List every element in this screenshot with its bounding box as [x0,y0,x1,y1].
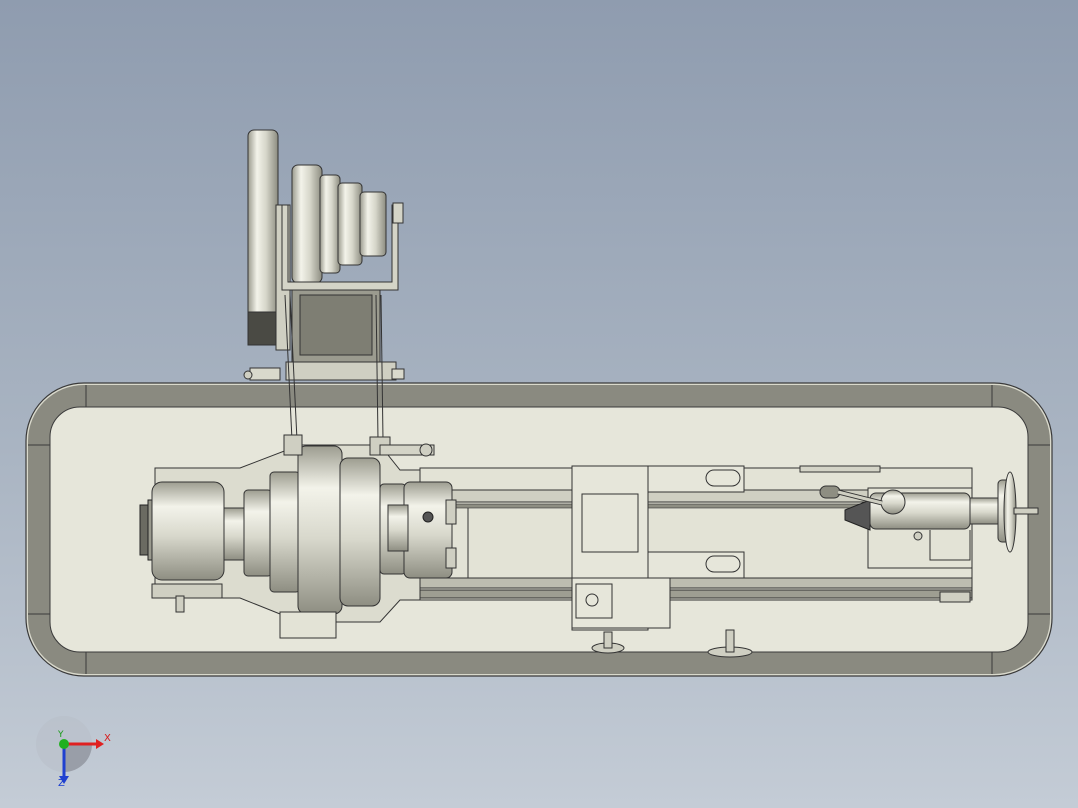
lathe-model-view[interactable] [0,0,1078,808]
orientation-triad[interactable] [36,716,104,784]
cad-viewport[interactable]: X Y Z [0,0,1078,808]
triad-z-axis-label: Z [58,778,65,789]
triad-x-axis-label: X [104,733,111,744]
triad-y-axis-label: Y [58,730,64,740]
